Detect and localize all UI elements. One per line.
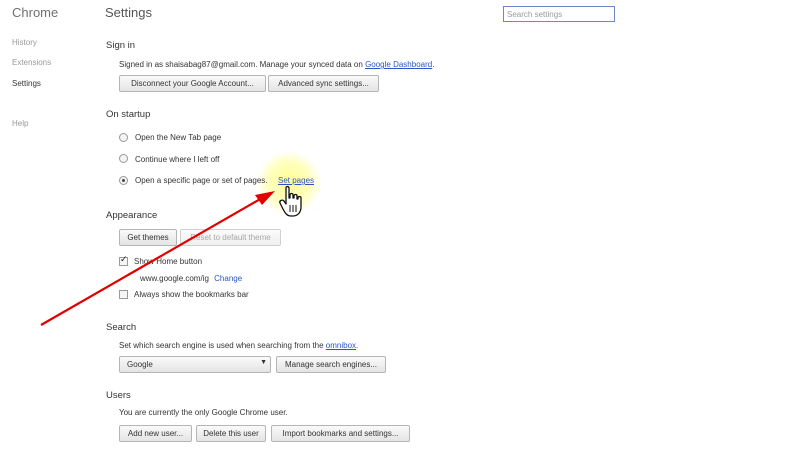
sidebar-item-extensions[interactable]: Extensions [12, 58, 51, 67]
home-url: www.google.com/ig [140, 274, 209, 283]
show-home-label: Show Home button [134, 257, 203, 266]
search-engine-select[interactable]: Google ▼ [119, 356, 271, 373]
dropdown-arrow-icon: ▼ [260, 359, 267, 366]
advanced-sync-settings-button[interactable]: Advanced sync settings... [268, 75, 379, 92]
search-engine-value: Google [127, 360, 153, 369]
bookmarks-bar-label: Always show the bookmarks bar [134, 290, 249, 299]
section-title-appearance: Appearance [106, 210, 158, 221]
add-new-user-button[interactable]: Add new user... [119, 425, 192, 442]
section-title-users: Users [106, 390, 131, 401]
search-description-label: Set which search engine is used when sea… [119, 341, 324, 350]
section-title-sign-in: Sign in [106, 40, 136, 51]
bookmarks-bar-checkbox[interactable] [119, 290, 128, 299]
startup-radio-continue[interactable] [119, 154, 128, 163]
change-home-link[interactable]: Change [214, 274, 242, 283]
show-home-checkbox[interactable] [119, 255, 128, 266]
section-title-search: Search [106, 322, 137, 333]
startup-option-new-tab-label: Open the New Tab page [135, 133, 222, 142]
signin-status-label: Signed in as shaisabag87@gmail.com. Mana… [119, 60, 363, 69]
sidebar-item-settings[interactable]: Settings [12, 79, 41, 88]
import-bookmarks-button[interactable]: Import bookmarks and settings... [271, 425, 410, 442]
search-description-suffix: . [356, 341, 359, 350]
search-description: Set which search engine is used when sea… [119, 341, 358, 350]
omnibox-link[interactable]: omnibox [326, 341, 356, 350]
get-themes-button[interactable]: Get themes [119, 229, 177, 246]
delete-user-button[interactable]: Delete this user [196, 425, 266, 442]
startup-option-continue-label: Continue where I left off [135, 155, 220, 164]
signin-status-text: Signed in as shaisabag87@gmail.com. Mana… [119, 60, 434, 69]
signin-status-suffix: . [432, 60, 435, 69]
users-description: You are currently the only Google Chrome… [119, 408, 288, 417]
startup-radio-new-tab[interactable] [119, 133, 128, 142]
reset-theme-button[interactable]: Reset to default theme [180, 229, 281, 246]
manage-search-engines-button[interactable]: Manage search engines... [276, 356, 386, 373]
home-url-text: www.google.com/ig Change [140, 274, 242, 283]
disconnect-account-button[interactable]: Disconnect your Google Account... [119, 75, 266, 92]
startup-radio-specific-pages[interactable] [119, 176, 128, 185]
chrome-brand: Chrome [12, 5, 59, 20]
page-title: Settings [105, 5, 152, 20]
sidebar-item-history[interactable]: History [12, 38, 37, 47]
set-pages-link[interactable]: Set pages [278, 176, 314, 185]
hand-cursor-icon [279, 185, 302, 217]
google-dashboard-link[interactable]: Google Dashboard [365, 60, 432, 69]
search-settings-input[interactable] [503, 6, 615, 22]
sidebar-item-help[interactable]: Help [12, 119, 28, 128]
section-title-on-startup: On startup [106, 109, 151, 120]
startup-option-specific-pages-label: Open a specific page or set of pages. [135, 176, 268, 185]
